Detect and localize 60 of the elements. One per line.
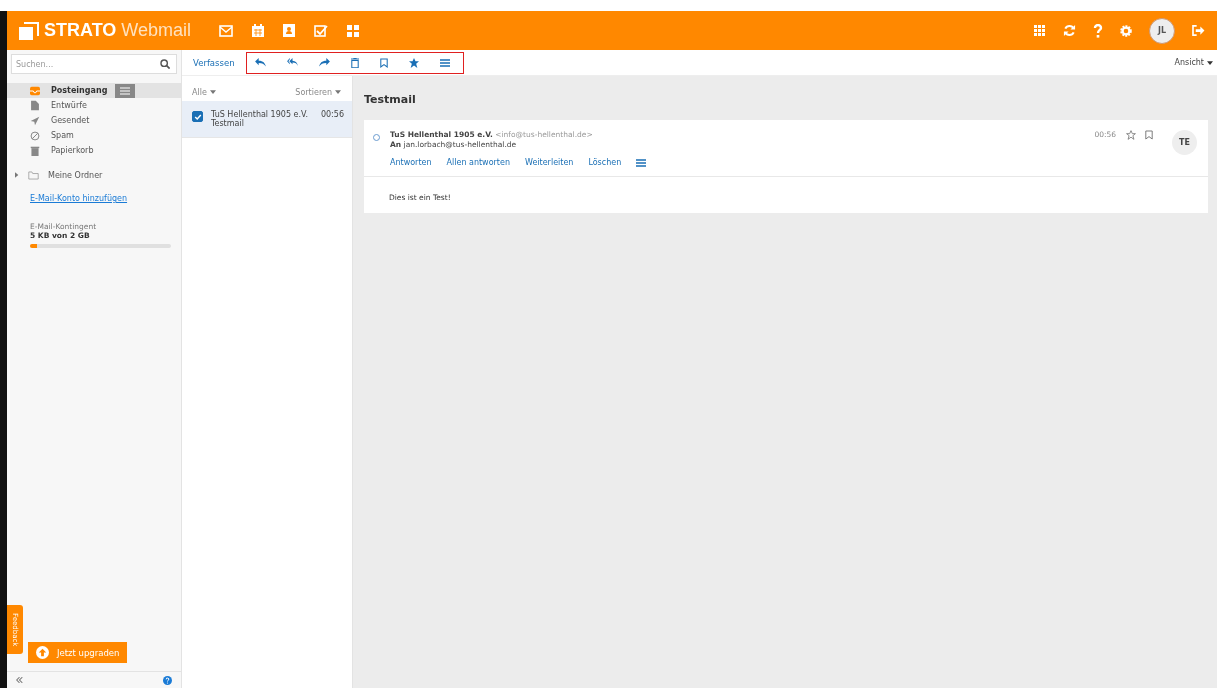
star-icon[interactable] bbox=[408, 57, 419, 68]
reply-icon[interactable] bbox=[254, 58, 266, 67]
sender-avatar: TE bbox=[1172, 130, 1197, 155]
document-icon bbox=[29, 100, 41, 111]
message-action-link[interactable]: Löschen bbox=[588, 158, 622, 168]
menu-icon[interactable] bbox=[439, 58, 450, 67]
filter-dropdown[interactable]: Alle bbox=[192, 83, 216, 101]
expand-caret-icon[interactable] bbox=[15, 172, 19, 178]
message-time: 00:56 bbox=[320, 110, 344, 119]
bookmark-icon[interactable] bbox=[379, 57, 388, 68]
folder-group[interactable]: Meine Ordner bbox=[7, 168, 181, 182]
menu-icon[interactable] bbox=[636, 159, 647, 167]
apps-grid-icon[interactable] bbox=[1034, 25, 1046, 36]
message-row[interactable]: TuS Hellenthal 1905 e.V. Testmail 00:56 bbox=[182, 101, 352, 138]
trash-icon bbox=[29, 145, 41, 156]
user-avatar[interactable]: JL bbox=[1149, 17, 1175, 44]
paper-plane-icon bbox=[29, 115, 41, 126]
logout-icon[interactable] bbox=[1192, 25, 1205, 36]
trash-icon[interactable] bbox=[350, 57, 359, 68]
search-field[interactable]: Suchen... bbox=[11, 54, 177, 74]
view-menu[interactable]: Ansicht bbox=[1174, 58, 1213, 67]
calendar-icon[interactable] bbox=[252, 24, 265, 37]
checkbox[interactable] bbox=[192, 111, 203, 122]
folder-item[interactable]: Posteingang bbox=[7, 83, 181, 98]
search-icon[interactable] bbox=[160, 59, 170, 69]
tiles-icon[interactable] bbox=[347, 24, 360, 37]
mail-icon[interactable] bbox=[219, 24, 234, 37]
collapse-icon[interactable] bbox=[16, 677, 23, 683]
message-sender: TuS Hellenthal 1905 e.V. bbox=[211, 110, 309, 119]
star-icon[interactable] bbox=[1126, 130, 1136, 140]
message-action-link[interactable]: Antworten bbox=[390, 158, 432, 168]
folder-item[interactable]: Entwürfe bbox=[7, 98, 181, 113]
blocked-icon bbox=[29, 130, 41, 141]
caret-icon[interactable] bbox=[1207, 60, 1213, 65]
logo-icon bbox=[19, 21, 39, 40]
folder-menu-button[interactable] bbox=[115, 83, 136, 98]
compose-link[interactable]: Verfassen bbox=[193, 57, 235, 68]
bookmark-icon[interactable] bbox=[1145, 130, 1153, 140]
folder-item[interactable]: Spam bbox=[7, 128, 181, 143]
brand-name: STRATO bbox=[44, 20, 117, 41]
checkbox-icon[interactable] bbox=[314, 24, 329, 37]
add-account-link[interactable]: E-Mail-Konto hinzufügen bbox=[30, 194, 128, 203]
folder-item[interactable]: Gesendet bbox=[7, 113, 181, 128]
sort-dropdown[interactable]: Sortieren bbox=[295, 83, 341, 101]
settings-icon[interactable] bbox=[1120, 24, 1132, 37]
message-action-link[interactable]: Weiterleiten bbox=[524, 158, 574, 168]
refresh-icon[interactable] bbox=[1063, 24, 1076, 37]
message-action-link[interactable]: Allen antworten bbox=[446, 158, 510, 168]
help-icon[interactable] bbox=[1093, 23, 1103, 38]
product-name: Webmail bbox=[121, 20, 192, 41]
inbox-icon bbox=[29, 85, 41, 96]
folder-item[interactable]: Papierkorb bbox=[7, 143, 181, 158]
message-subject: Testmail bbox=[211, 119, 245, 128]
message-subject-heading: Testmail bbox=[364, 93, 417, 106]
forward-icon[interactable] bbox=[318, 58, 330, 67]
folder-icon bbox=[28, 170, 39, 180]
reply-all-icon[interactable] bbox=[286, 58, 298, 67]
arrow-up-icon bbox=[36, 646, 49, 659]
help-icon[interactable] bbox=[163, 675, 172, 685]
contacts-icon[interactable] bbox=[283, 24, 296, 37]
